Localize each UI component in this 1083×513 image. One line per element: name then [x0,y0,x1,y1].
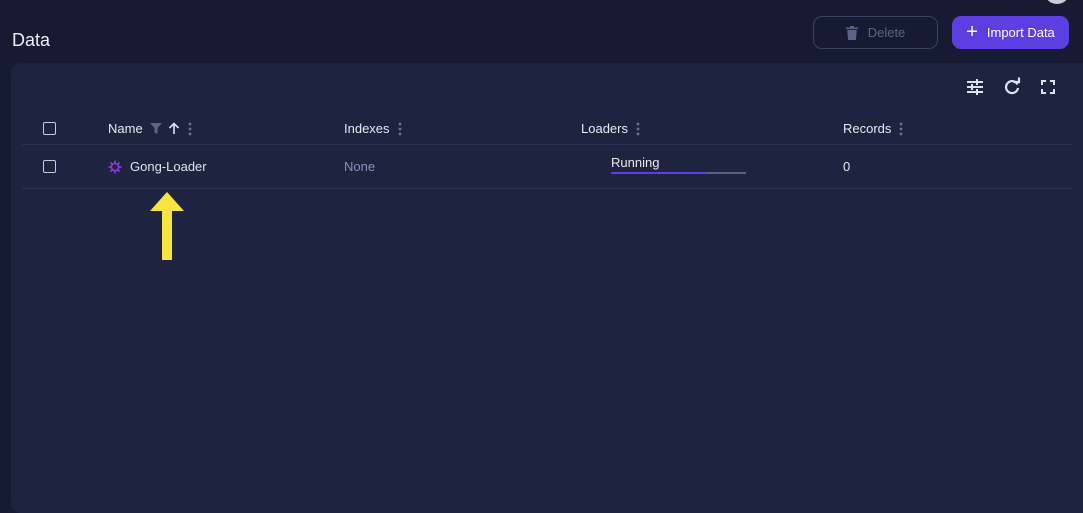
avatar[interactable] [1044,0,1070,4]
loader-progress-fill [611,172,707,174]
table-row[interactable]: Gong-Loader None Running 0 [22,145,1072,189]
refresh-icon[interactable] [1002,77,1022,97]
data-table-panel: Name Indexes Loaders Records Gong-Loader… [11,63,1083,513]
sort-asc-icon[interactable] [168,122,180,135]
delete-button-label: Delete [867,25,906,40]
delete-button[interactable]: Delete [813,16,938,49]
import-data-button[interactable]: + Import Data [952,16,1069,49]
column-menu-icon[interactable] [899,122,903,136]
column-header-label: Records [843,121,892,136]
import-data-button-label: Import Data [986,25,1055,40]
column-header-label: Loaders [581,121,628,136]
loader-status: Running [611,155,747,174]
column-header-name[interactable]: Name [108,113,192,144]
row-indexes-value: None [344,159,376,174]
page-title: Data [12,30,51,50]
fullscreen-icon[interactable] [1038,77,1058,97]
row-name-link[interactable]: Gong-Loader [130,159,207,174]
loader-progress-bar [611,172,746,174]
column-header-indexes[interactable]: Indexes [344,113,402,144]
plus-icon: + [966,20,978,43]
table-header-row: Name Indexes Loaders Records [22,113,1072,145]
row-checkbox[interactable] [43,160,56,173]
column-header-records[interactable]: Records [843,113,903,144]
column-menu-icon[interactable] [636,122,640,136]
filter-icon[interactable] [149,123,162,134]
column-header-label: Name [108,121,143,136]
select-all-checkbox[interactable] [43,122,56,135]
column-menu-icon[interactable] [398,122,402,136]
row-records-value: 0 [843,159,851,174]
loader-status-text: Running [611,155,660,170]
column-settings-icon[interactable] [965,77,985,97]
annotation-arrow [150,192,184,260]
row-name-cell[interactable]: Gong-Loader [108,145,207,188]
column-menu-icon[interactable] [188,122,192,136]
trash-icon [845,25,858,40]
column-header-loaders[interactable]: Loaders [581,113,640,144]
loader-gear-icon [108,160,122,173]
column-header-label: Indexes [344,121,390,136]
